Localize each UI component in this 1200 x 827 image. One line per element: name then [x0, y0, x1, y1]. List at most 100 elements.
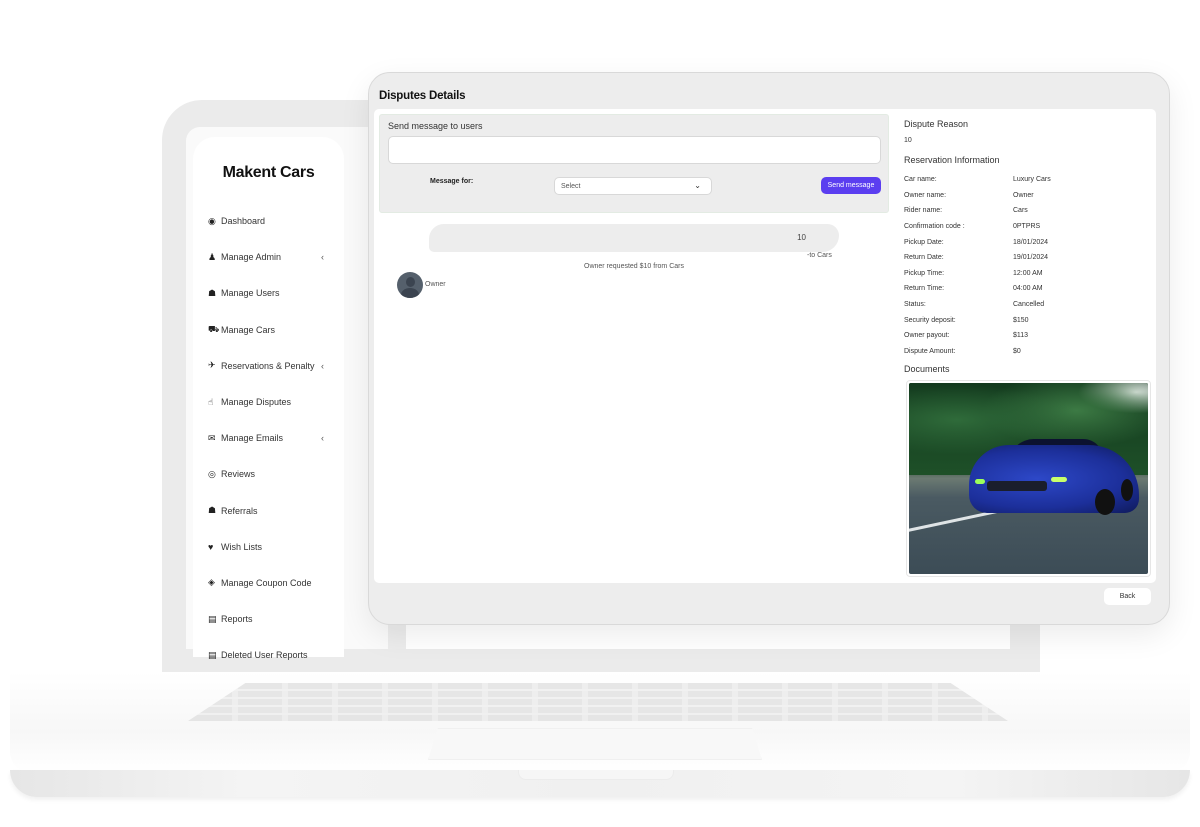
info-label: Car name:: [904, 176, 937, 184]
info-value: $113: [1013, 332, 1029, 340]
dashboard-icon: ◉: [208, 215, 216, 226]
info-label: Security deposit:: [904, 316, 956, 324]
sidebar-item-referrals[interactable]: ☗ Referrals: [208, 493, 328, 529]
car-icon: ⛟: [208, 323, 220, 334]
reservation-info-row: Confirmation code : 0PTPRS: [904, 219, 1144, 235]
info-label: Return Date:: [904, 254, 944, 262]
photo-car-grille: [987, 481, 1047, 491]
users-icon: ☗: [208, 505, 217, 516]
info-value: 04:00 AM: [1013, 285, 1043, 293]
sidebar-item-reports[interactable]: ▤ Reports: [208, 601, 328, 637]
sidebar-item-label: Reports: [221, 614, 253, 625]
message-bubble-text: 10: [797, 233, 806, 242]
info-label: Pickup Time:: [904, 269, 945, 277]
sidebar: Makent Cars ◉ Dashboard ♟ Manage Admin ‹ ☗ Man…: [193, 137, 344, 660]
info-label: Pickup Date:: [904, 238, 944, 246]
sidebar-nav: ◉ Dashboard ♟ Manage Admin ‹ ☗ Manage Users ⛟ Ma…: [208, 203, 328, 673]
info-value: Luxury Cars: [1013, 176, 1051, 184]
file-icon: ▤: [208, 613, 217, 624]
reservation-info-row: Return Time: 04:00 AM: [904, 281, 1144, 297]
request-note: Owner requested $10 from Cars: [584, 263, 684, 270]
info-value: 18/01/2024: [1013, 238, 1049, 246]
disputes-details-window: Disputes Details Send message to users M…: [368, 72, 1170, 625]
sidebar-item-manage-cars[interactable]: ⛟ Manage Cars: [208, 312, 328, 348]
chevron-left-icon[interactable]: ‹: [321, 433, 324, 443]
chevron-left-icon[interactable]: ‹: [321, 361, 324, 371]
users-icon: ☗: [208, 287, 217, 298]
sidebar-item-label: Manage Coupon Code: [221, 577, 312, 588]
file-icon: ▤: [208, 649, 217, 660]
sidebar-item-deleted-user-reports[interactable]: ▤ Deleted User Reports: [208, 637, 328, 673]
message-for-label: Message for:: [430, 178, 474, 185]
send-message-title: Send message to users: [388, 121, 483, 131]
info-label: Return Time:: [904, 285, 945, 293]
sidebar-item-label: Dashboard: [221, 216, 266, 227]
info-label: Confirmation code :: [904, 223, 965, 231]
sidebar-item-label: Manage Disputes: [221, 397, 292, 408]
sidebar-item-manage-disputes[interactable]: ☝ Manage Disputes: [208, 384, 328, 420]
laptop-keyboard: [188, 683, 1008, 721]
sidebar-item-label: Manage Users: [221, 288, 280, 299]
reservation-info-row: Return Date: 19/01/2024: [904, 250, 1144, 266]
info-value: 12:00 AM: [1013, 269, 1043, 277]
sidebar-item-label: Manage Cars: [221, 324, 276, 335]
heart-icon: ♥: [208, 541, 214, 552]
reservation-info-title: Reservation Information: [904, 155, 1000, 165]
info-value: Owner: [1013, 191, 1034, 199]
avatar-body: [401, 288, 419, 298]
chevron-down-icon: ⌄: [694, 181, 701, 190]
laptop-trackpad: [428, 728, 762, 760]
message-textarea[interactable]: [388, 136, 881, 164]
message-bubble: 10: [429, 224, 839, 252]
send-message-button[interactable]: Send message: [821, 177, 881, 194]
message-for-select-value: Select: [561, 182, 581, 190]
avatar-head: [405, 277, 415, 287]
sidebar-item-reviews[interactable]: ◎ Reviews: [208, 456, 328, 492]
chevron-left-icon[interactable]: ‹: [321, 252, 324, 262]
reservation-info-row: Owner name: Owner: [904, 188, 1144, 204]
reservation-info-row: Pickup Date: 18/01/2024: [904, 234, 1144, 250]
dispute-reason-title: Dispute Reason: [904, 119, 969, 129]
sidebar-item-dashboard[interactable]: ◉ Dashboard: [208, 203, 328, 239]
info-value: $150: [1013, 316, 1029, 324]
info-label: Rider name:: [904, 207, 943, 215]
message-recipient: -to Cars: [807, 252, 832, 259]
sidebar-item-manage-admin[interactable]: ♟ Manage Admin ‹: [208, 239, 328, 275]
reservation-info-row: Owner payout: $113: [904, 328, 1144, 344]
back-button[interactable]: Back: [1104, 588, 1151, 605]
documents-title: Documents: [904, 364, 950, 374]
reservation-info-row: Rider name: Cars: [904, 203, 1144, 219]
sidebar-item-manage-emails[interactable]: ✉ Manage Emails ‹: [208, 420, 328, 456]
photo-headlight-left: [975, 479, 985, 484]
sidebar-item-label: Reviews: [221, 469, 256, 480]
info-label: Owner name:: [904, 191, 947, 199]
brand-logo[interactable]: Makent Cars: [193, 164, 344, 182]
photo-wheel-rear: [1121, 479, 1133, 501]
dispute-reason-value: 10: [904, 137, 912, 144]
eye-icon: ◎: [208, 468, 216, 479]
sidebar-item-label: Manage Emails: [221, 433, 284, 444]
reservation-info-row: Status: Cancelled: [904, 297, 1144, 313]
info-value: 0PTPRS: [1013, 223, 1041, 231]
sidebar-item-reservations-penalty[interactable]: ✈ Reservations & Penalty ‹: [208, 348, 328, 384]
sidebar-item-manage-users[interactable]: ☗ Manage Users: [208, 275, 328, 311]
info-label: Status:: [904, 301, 926, 309]
sidebar-item-manage-coupon-code[interactable]: ◈ Manage Coupon Code: [208, 565, 328, 601]
sidebar-item-wish-lists[interactable]: ♥ Wish Lists: [208, 529, 328, 565]
document-thumbnail[interactable]: [906, 380, 1151, 577]
sidebar-item-label: Manage Admin: [221, 252, 282, 263]
reservation-info-row: Pickup Time: 12:00 AM: [904, 266, 1144, 282]
photo-headlight-right: [1051, 477, 1067, 482]
message-for-select[interactable]: Select ⌄: [554, 177, 712, 195]
user-plus-icon: ♟: [208, 251, 217, 262]
photo-wheel-front: [1095, 489, 1115, 515]
envelope-icon: ✉: [208, 432, 216, 443]
sender-name: Owner: [425, 281, 446, 288]
reservation-info-row: Dispute Amount: $0: [904, 344, 1144, 360]
info-value: Cancelled: [1013, 301, 1045, 309]
reservation-info-list: Car name: Luxury Cars Owner name: Owner Ride…: [904, 172, 1144, 359]
laptop-notch: [518, 770, 674, 780]
info-value: Cars: [1013, 207, 1028, 215]
window-body: Send message to users Message for: Selec…: [374, 109, 1156, 583]
hand-pointer-icon: ☝: [208, 396, 214, 407]
